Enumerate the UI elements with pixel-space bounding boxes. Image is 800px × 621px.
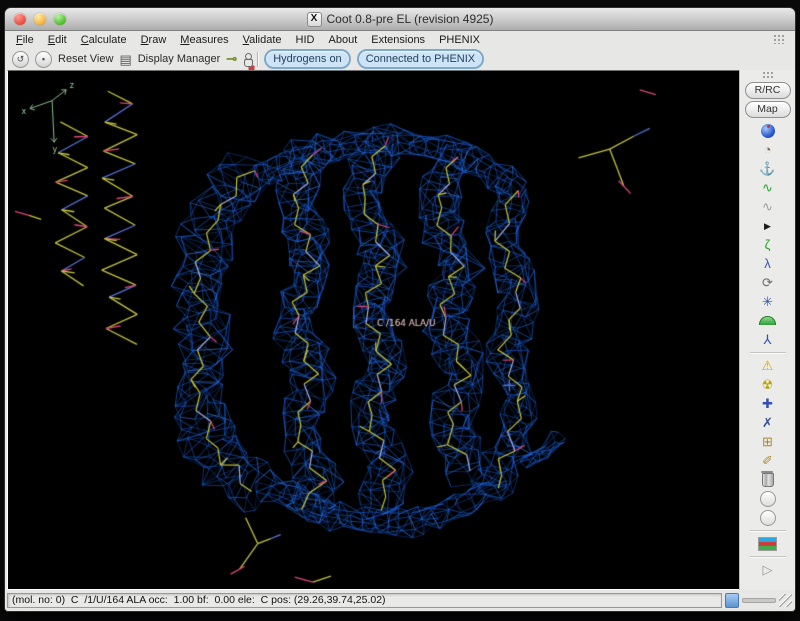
add-alt-conf-icon[interactable]: ✗ [755,413,781,432]
reset-view-icon-button[interactable]: ↺ [12,51,29,68]
fixed-atoms-icon[interactable]: ζ [755,235,781,254]
menu-phenix[interactable]: PHENIX [432,33,487,47]
recontour-timer-icon[interactable]: ◔ [755,140,781,159]
window-body: R/RC Map ◔⚓∿∿▶ζλ⟳✳⅄⚠☢✚✗⊞✐▷ [5,70,795,590]
anchor-icon[interactable]: ⚓ [755,159,781,178]
reset-view-button[interactable]: Reset View [58,53,113,65]
menu-draw[interactable]: Draw [134,33,174,47]
window-controls [14,13,66,25]
mutate-icon[interactable]: ☢ [755,375,781,394]
real-space-refine-icon[interactable]: ∿ [755,178,781,197]
menu-hid[interactable]: HID [289,33,322,47]
toolbar: ↺ ▪ Reset View ▤ Display Manager ⊸ Hydro… [5,48,795,70]
sidebar-grip-handle[interactable] [762,71,774,79]
window-title: X Coot 0.8-pre EL (revision 4925) [5,12,795,27]
refine-rc-button[interactable]: R/RC [745,82,791,99]
menu-calculate[interactable]: Calculate [74,33,134,47]
regularize-icon[interactable]: ∿ [755,197,781,216]
x11-icon: X [307,12,322,27]
recenter-icon-button[interactable]: ▪ [35,51,52,68]
undo-icon[interactable] [755,489,781,508]
menu-edit[interactable]: Edit [41,33,74,47]
map-button[interactable]: Map [745,101,791,118]
auto-fit-rotamer-icon[interactable]: ⚠ [755,356,781,375]
display-manager-icon: ▤ [119,53,131,66]
side-chain-180-icon[interactable] [755,311,781,330]
menu-file[interactable]: File [9,33,41,47]
key-bindings-icon[interactable]: ⊸ [226,51,237,67]
clipping-sphere-icon[interactable] [755,121,781,140]
expand-toolbar-icon[interactable]: ▶ [755,216,781,235]
phenix-connection-button[interactable]: Connected to PHENIX [357,49,484,69]
menu-about[interactable]: About [322,33,365,47]
right-sidebar: R/RC Map ◔⚓∿∿▶ζλ⟳✳⅄⚠☢✚✗⊞✐▷ [739,70,795,590]
minimize-button[interactable] [34,13,46,25]
viewport-canvas[interactable] [8,71,739,589]
edit-chi-angles-icon[interactable]: ⅄ [755,330,781,349]
app-window: X Coot 0.8-pre EL (revision 4925) FileEd… [4,7,796,612]
sidebar-scrollbar-thumb[interactable] [725,593,739,608]
window-title-text: Coot 0.8-pre EL (revision 4925) [327,12,494,26]
sidebar-separator [750,553,786,560]
toolbar-separator [257,52,258,67]
gl-viewport [7,70,739,590]
clear-pending-icon[interactable]: ✐ [755,451,781,470]
place-atom-icon[interactable]: ⊞ [755,432,781,451]
menubar: FileEditCalculateDrawMeasuresValidateHID… [5,31,795,48]
sidebar-separator [750,527,786,534]
toolbar-grip-handle[interactable] [773,34,785,44]
titlebar[interactable]: X Coot 0.8-pre EL (revision 4925) [5,8,795,31]
close-button[interactable] [14,13,26,25]
ligand-builder-icon[interactable] [243,53,251,66]
rotamers-icon[interactable]: ✳ [755,292,781,311]
rotate-translate-zone-icon[interactable]: ⟳ [755,273,781,292]
redo-icon[interactable] [755,508,781,527]
display-manager-button[interactable]: Display Manager [138,53,221,65]
menu-validate[interactable]: Validate [236,33,289,47]
delete-item-icon[interactable] [755,470,781,489]
rigid-body-fit-icon[interactable]: λ [755,254,781,273]
zoom-button[interactable] [54,13,66,25]
resize-grip[interactable] [779,594,792,607]
sidebar-scrollbar-track[interactable] [742,598,776,603]
add-terminal-residue-icon[interactable]: ✚ [755,394,781,413]
status-text: (mol. no: 0) C /1/U/164 ALA occ: 1.00 bf… [7,593,722,608]
run-script-icon[interactable]: ▷ [755,560,781,579]
menu-extensions[interactable]: Extensions [364,33,432,47]
hydrogens-toggle-button[interactable]: Hydrogens on [264,49,351,69]
sidebar-icon-column: ◔⚓∿∿▶ζλ⟳✳⅄⚠☢✚✗⊞✐▷ [750,121,786,579]
main-column [5,70,739,590]
menu-measures[interactable]: Measures [173,33,235,47]
status-row: (mol. no: 0) C /1/U/164 ALA occ: 1.00 bf… [5,590,795,611]
sidebar-separator [750,349,786,356]
flag-icon[interactable] [755,534,781,553]
